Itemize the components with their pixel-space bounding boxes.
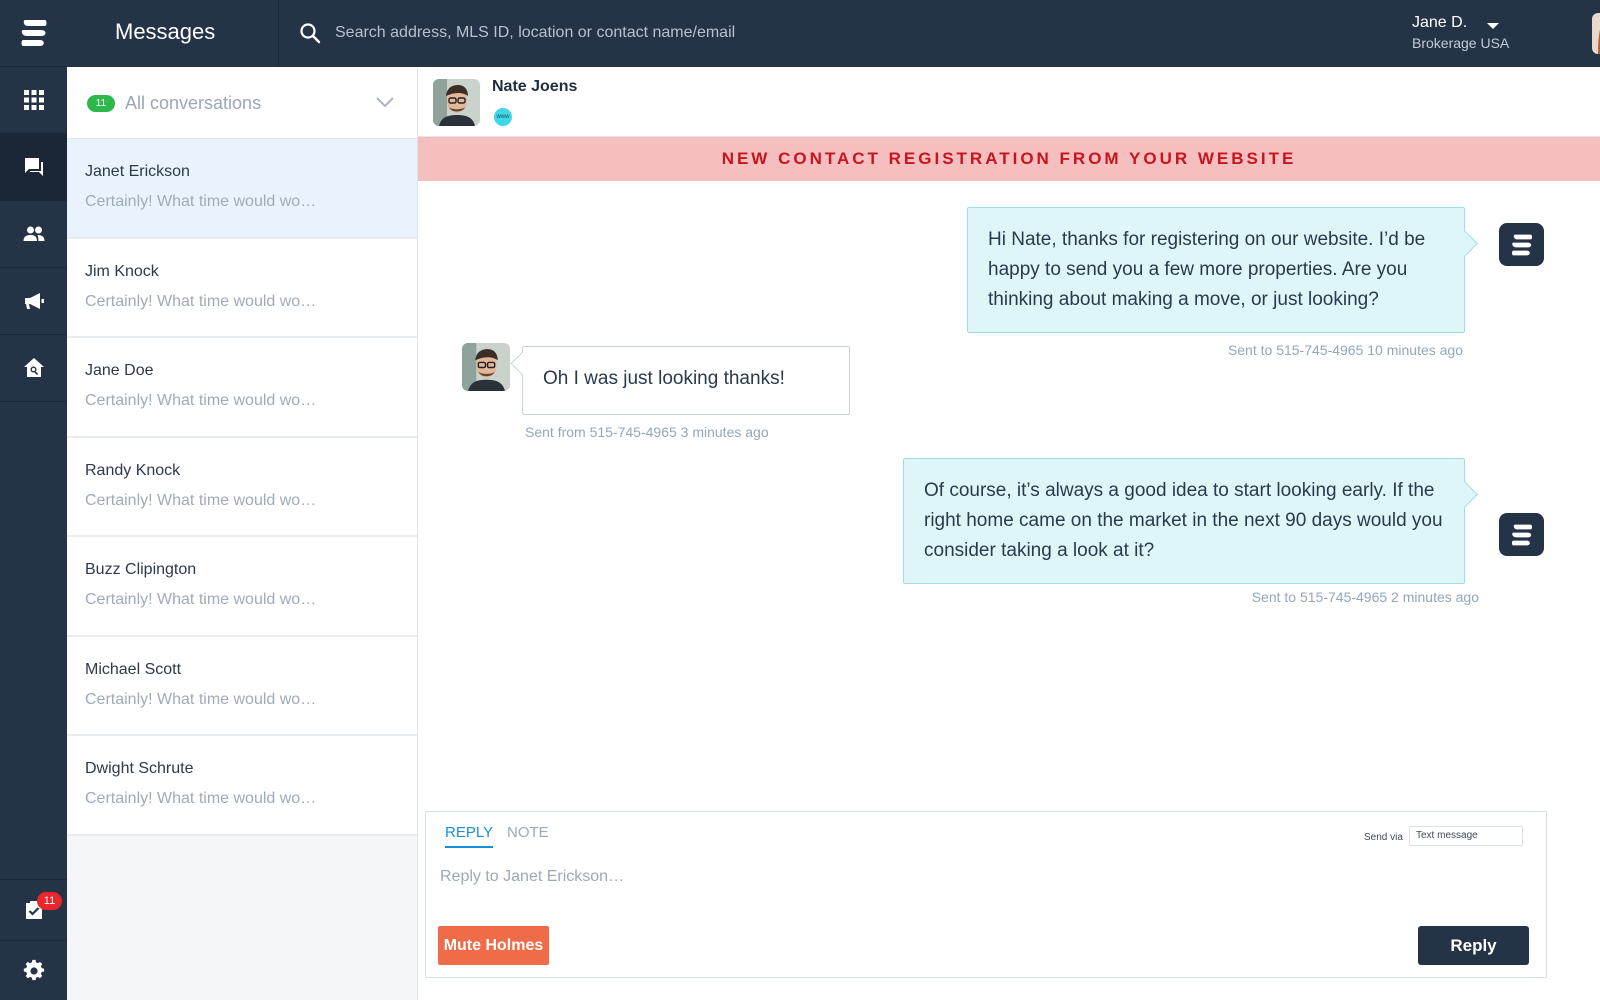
send-via-select[interactable]: Text message xyxy=(1409,826,1523,846)
conversation-name: Randy Knock xyxy=(85,461,181,479)
conversation-item[interactable]: Buzz Clipington Certainly! What time wou… xyxy=(67,537,417,637)
side-rail: 11 xyxy=(0,0,67,1000)
user-brokerage: Brokerage USA xyxy=(1412,35,1510,51)
gear-icon xyxy=(23,959,44,980)
user-avatar-photo xyxy=(1592,13,1600,54)
search-icon[interactable] xyxy=(298,21,322,45)
conversation-name: Michael Scott xyxy=(85,660,182,678)
reply-button[interactable]: Reply xyxy=(1418,926,1529,965)
house-search-icon xyxy=(23,358,44,377)
contact-name: Nate Joens xyxy=(492,78,578,95)
reply-input[interactable] xyxy=(440,864,1520,890)
message-meta: Sent to 515-745-4965 2 minutes ago xyxy=(1251,589,1479,605)
tasks-count-badge: 11 xyxy=(37,892,62,910)
conversation-preview: Certainly! What time would wo… xyxy=(85,690,317,708)
conversation-preview: Certainly! What time would wo… xyxy=(85,193,317,210)
agent-logo-avatar xyxy=(1499,223,1544,266)
conversation-filter-label: All conversations xyxy=(125,93,262,113)
rail-listings[interactable] xyxy=(0,335,67,402)
logo-icon xyxy=(1511,524,1532,545)
user-menu[interactable]: Jane D. Brokerage USA xyxy=(1412,14,1512,51)
rail-settings[interactable] xyxy=(0,940,67,1000)
contact-message-avatar xyxy=(462,343,510,391)
conversation-item[interactable]: Janet Erickson Certainly! What time woul… xyxy=(67,139,417,239)
contact-avatar[interactable] xyxy=(433,79,480,126)
app-logo[interactable] xyxy=(0,0,67,67)
rail-campaigns[interactable] xyxy=(0,268,67,335)
chat-pane: Nate Joens www NEW CONTACT REGISTRATION … xyxy=(418,67,1600,1000)
megaphone-icon xyxy=(24,293,44,309)
conversation-items: Janet Erickson Certainly! What time woul… xyxy=(67,139,417,836)
page-title: Messages xyxy=(115,19,216,44)
chat-icon xyxy=(24,158,43,176)
outgoing-message: Hi Nate, thanks for registering on our w… xyxy=(967,207,1465,333)
search-input[interactable] xyxy=(335,20,935,46)
contact-avatar-photo xyxy=(462,343,510,391)
rail-apps[interactable] xyxy=(0,67,67,134)
rail-contacts[interactable] xyxy=(0,201,67,268)
conversation-item[interactable]: Jane Doe Certainly! What time would wo… xyxy=(67,338,417,438)
chevron-down-icon xyxy=(376,97,394,108)
conversation-list: 11 All conversations Janet Erickson Cert… xyxy=(67,67,418,1000)
outgoing-message: Of course, it’s always a good idea to st… xyxy=(903,458,1465,584)
caret-down-icon[interactable] xyxy=(1486,21,1500,31)
rail-messages[interactable] xyxy=(0,134,67,201)
conversation-name: Janet Erickson xyxy=(85,163,190,180)
grid-icon xyxy=(23,90,44,110)
conversation-item[interactable]: Michael Scott Certainly! What time would… xyxy=(67,636,417,736)
conversation-preview: Certainly! What time would wo… xyxy=(85,292,317,310)
conversation-count-badge: 11 xyxy=(87,95,115,112)
chat-header: Nate Joens www xyxy=(418,67,1600,137)
send-via-label: Send via xyxy=(1364,832,1403,843)
contact-avatar-photo xyxy=(433,79,480,126)
conversation-preview: Certainly! What time would wo… xyxy=(85,790,317,807)
conversation-preview: Certainly! What time would wo… xyxy=(85,591,317,608)
people-icon xyxy=(23,226,44,241)
conversation-item[interactable]: Jim Knock Certainly! What time would wo… xyxy=(67,238,417,338)
conversation-preview: Certainly! What time would wo… xyxy=(85,392,317,409)
mute-button[interactable]: Mute Holmes xyxy=(438,926,549,965)
top-divider xyxy=(278,0,279,67)
conversation-preview: Certainly! What time would wo… xyxy=(85,491,317,509)
conversation-item[interactable]: Dwight Schrute Certainly! What time woul… xyxy=(67,736,417,836)
registration-banner: NEW CONTACT REGISTRATION FROM YOUR WEBSI… xyxy=(418,137,1600,181)
message-meta: Sent to 515-745-4965 10 minutes ago xyxy=(1227,342,1463,358)
message-meta: Sent from 515-745-4965 3 minutes ago xyxy=(525,424,769,440)
logo-icon xyxy=(21,20,46,46)
tab-reply[interactable]: REPLY xyxy=(445,824,494,848)
conversation-name: Jim Knock xyxy=(85,262,159,280)
top-bar: Messages Jane D. Brokerage USA xyxy=(67,0,1600,67)
conversation-name: Buzz Clipington xyxy=(85,561,197,578)
tab-note[interactable]: NOTE xyxy=(507,824,549,841)
incoming-message: Oh I was just looking thanks! xyxy=(522,346,850,415)
agent-logo-avatar xyxy=(1499,513,1544,556)
conversation-name: Jane Doe xyxy=(85,362,154,379)
website-source-icon: www xyxy=(494,108,512,126)
conversation-name: Dwight Schrute xyxy=(85,760,194,777)
rail-tasks[interactable]: 11 xyxy=(0,879,67,939)
conversation-item[interactable]: Randy Knock Certainly! What time would w… xyxy=(67,437,417,537)
logo-icon xyxy=(1511,234,1532,255)
reply-composer: REPLY NOTE Send via Text message Mute Ho… xyxy=(425,811,1547,978)
conversation-filter[interactable]: 11 All conversations xyxy=(67,67,417,139)
user-avatar[interactable] xyxy=(1592,13,1600,54)
